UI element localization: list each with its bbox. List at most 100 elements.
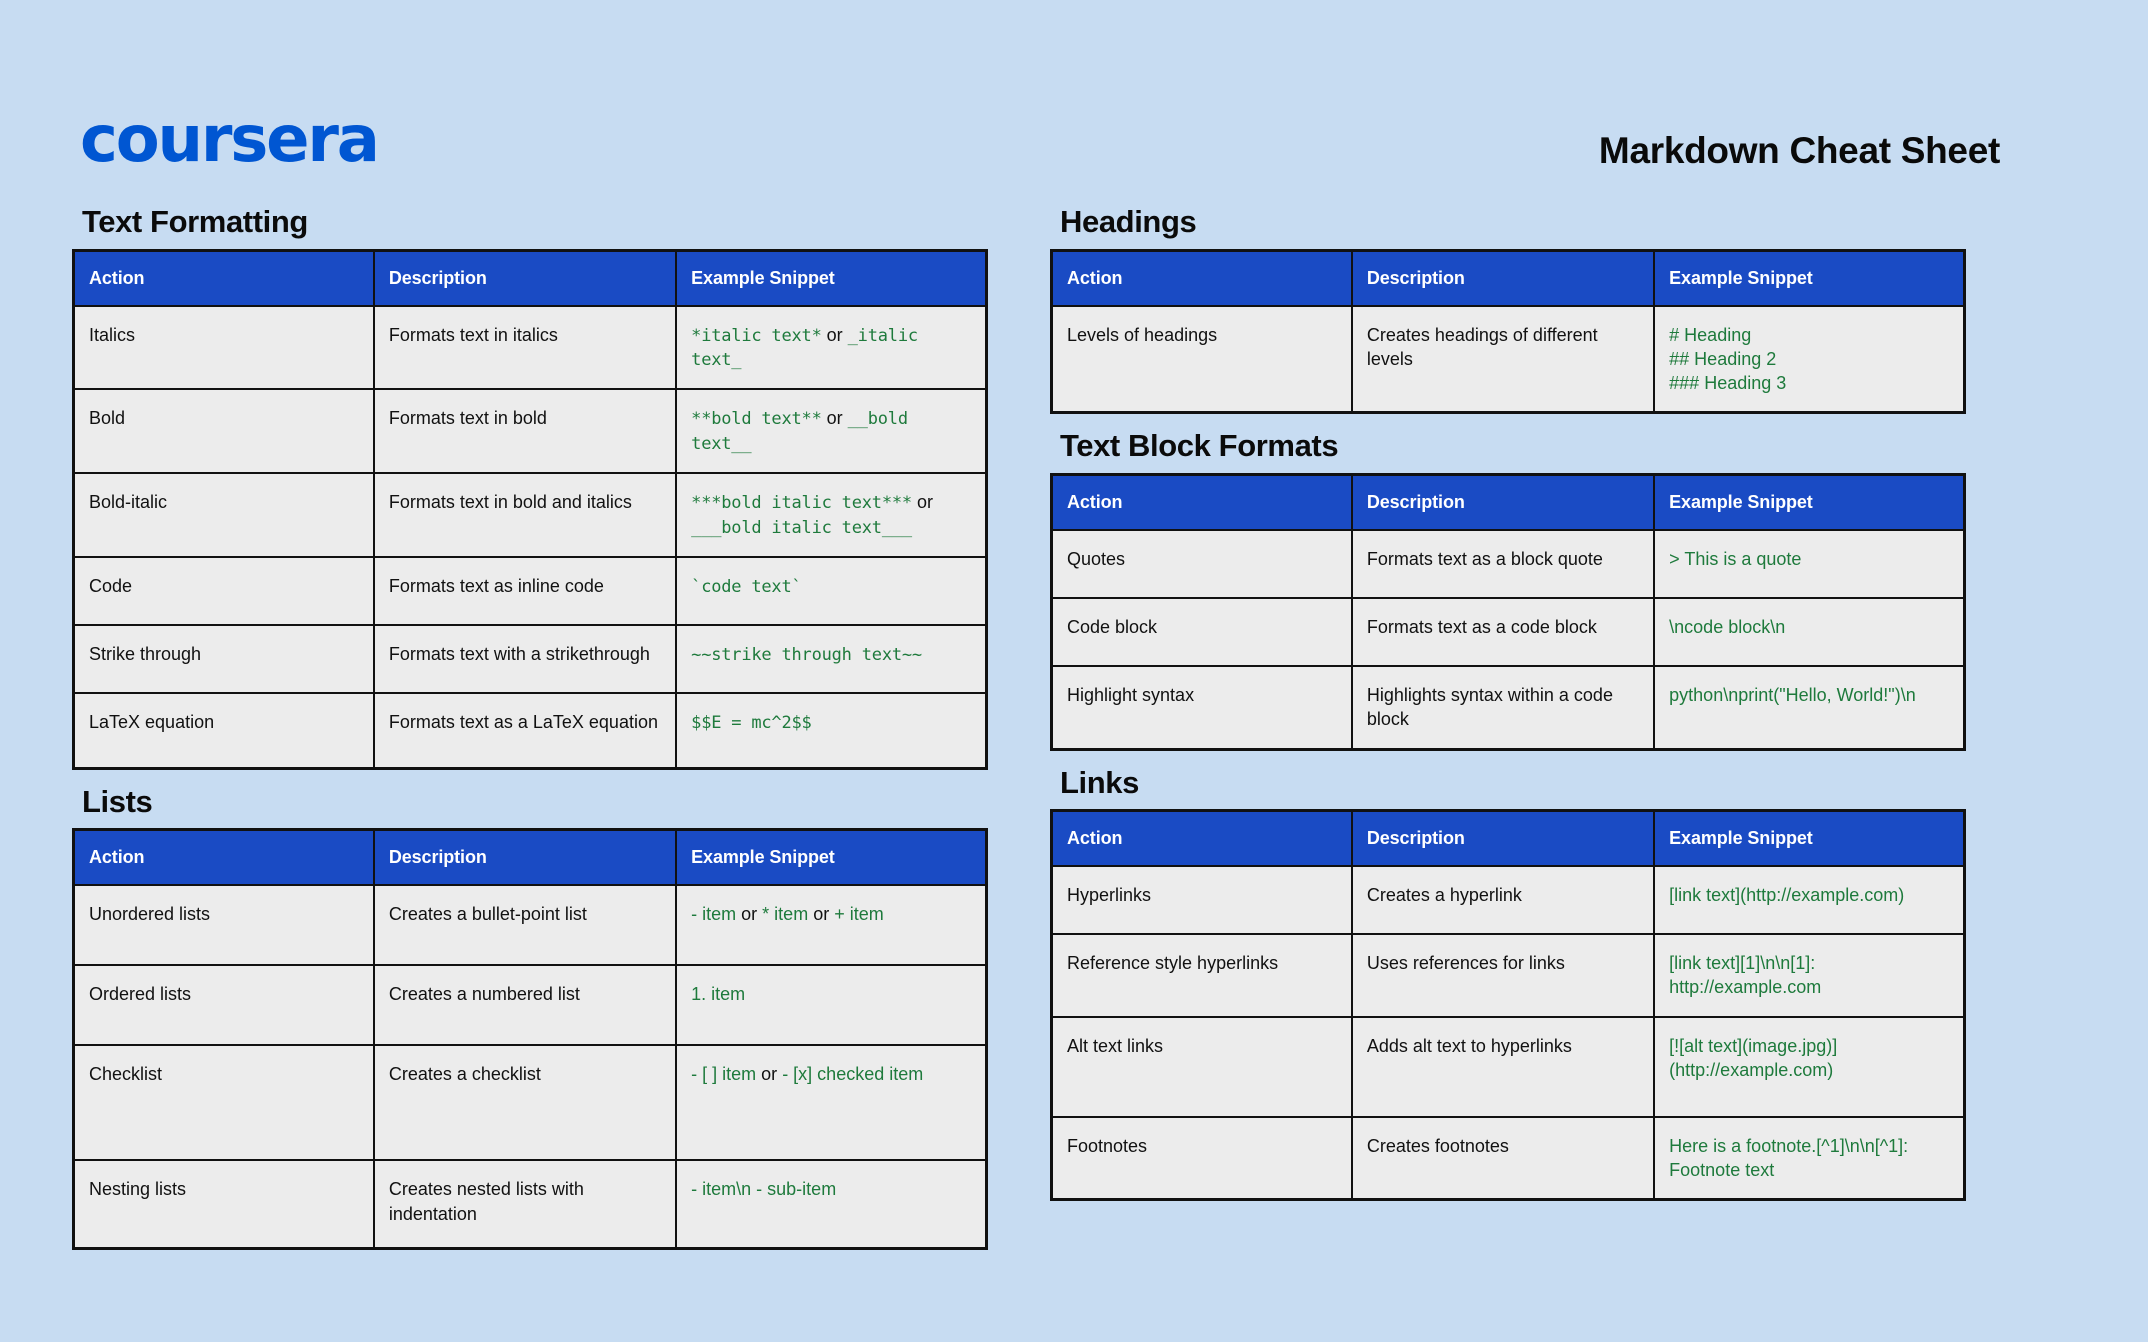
snippet-code-line: \ncode block\n [1669,616,1786,637]
table-text-formatting: Action Description Example Snippet Itali… [72,248,988,770]
section-text-block-formats: Text Block Formats Action Description Ex… [1050,420,1966,751]
table-row: Hyperlinks Creates a hyperlink [link tex… [1050,865,1966,936]
snippet-code: ***bold italic text*** [691,493,912,514]
table-row: Footnotes Creates footnotes Here is a fo… [1050,1115,1966,1201]
table-row: LaTeX equation Formats text as a LaTeX e… [72,692,988,770]
snippet-code-line: [![alt text](image.jpg)](http://example.… [1669,1035,1838,1081]
section-lists: Lists Action Description Example Snippet… [72,776,988,1250]
cell-description: Formats text with a strikethrough [372,624,678,695]
column-header-description: Description [372,828,678,887]
table-header-row: Action Description Example Snippet [1050,809,1966,868]
snippet-code-line: Here is a footnote.[^1]\n\n[^1]: Footnot… [1669,1135,1909,1181]
table-row: Quotes Formats text as a block quote > T… [1050,528,1966,599]
table-row: Highlight syntax Highlights syntax withi… [1050,664,1966,751]
column-header-action: Action [1050,473,1353,531]
cell-snippet: Here is a footnote.[^1]\n\n[^1]: Footnot… [1653,1115,1966,1201]
column-header-example-snippet: Example Snippet [675,828,988,887]
right-column: Headings Action Description Example Snip… [1050,196,1966,1207]
snippet-separator: or [756,1064,783,1085]
page-title: Markdown Cheat Sheet [1598,130,2000,171]
cell-snippet: > This is a quote [1653,528,1966,599]
table-header-row: Action Description Example Snippet [1050,249,1966,307]
cell-action: Ordered lists [72,964,375,1047]
section-title-text-block-formats: Text Block Formats [1060,428,1339,464]
cell-snippet: **bold text** or __bold text__ [675,388,988,475]
column-header-description: Description [1350,473,1656,531]
cell-snippet: - item or * item or + item [675,884,988,967]
snippet-code: - [x] checked item [782,1064,924,1085]
snippet-separator: or [911,492,933,513]
cell-action: Highlight syntax [1050,664,1353,751]
table-row: Strike through Formats text with a strik… [72,624,988,695]
table-lists: Action Description Example Snippet Unord… [72,828,988,1250]
snippet-code: `code text` [691,577,802,598]
cell-description: Uses references for links [1350,933,1656,1018]
table-row: Bold Formats text in bold **bold text** … [72,388,988,475]
section-headings: Headings Action Description Example Snip… [1050,196,1966,415]
cell-action: Unordered lists [72,884,375,967]
column-header-action: Action [1050,249,1353,307]
cell-snippet: python\nprint("Hello, World!")\n [1653,664,1966,751]
cell-snippet: [![alt text](image.jpg)](http://example.… [1653,1015,1966,1118]
cell-action: Alt text links [1050,1015,1353,1118]
left-column: Text Formatting Action Description Examp… [72,196,988,1256]
column-header-example-snippet: Example Snippet [1653,809,1966,868]
snippet-code-line: ### Heading 3 [1669,373,1787,394]
column-header-example-snippet: Example Snippet [1653,473,1966,531]
column-header-example-snippet: Example Snippet [675,249,988,307]
cell-action: Strike through [72,624,375,695]
table-row: Code Formats text as inline code `code t… [72,556,988,627]
snippet-separator: or [808,904,835,925]
column-header-description: Description [372,249,678,307]
cell-action: Italics [72,304,375,391]
snippet-code: * item [762,904,809,925]
cell-snippet: $$E = mc^2$$ [675,692,988,770]
snippet-code: + item [834,904,884,925]
cell-snippet: - [ ] item or - [x] checked item [675,1044,988,1162]
table-header-row: Action Description Example Snippet [72,828,988,887]
cell-snippet: ***bold italic text*** or ___bold italic… [675,472,988,559]
table-row: Checklist Creates a checklist - [ ] item… [72,1044,988,1162]
snippet-code: **bold text** [691,409,822,430]
cell-description: Highlights syntax within a code block [1350,664,1656,751]
table-headings: Action Description Example Snippet Level… [1050,248,1966,415]
snippet-code: 1. item [691,984,746,1005]
snippet-separator: or [821,324,848,345]
snippet-code: ___bold italic text___ [691,518,912,539]
table-row: Reference style hyperlinks Uses referenc… [1050,933,1966,1018]
snippet-separator: or [736,904,763,925]
cell-description: Creates a hyperlink [1350,865,1656,936]
snippet-code-line: ## Heading 2 [1669,348,1777,369]
cell-snippet: *italic text* or _italic text_ [675,304,988,391]
cell-snippet: [link text][1]\n\n[1]: http://example.co… [1653,933,1966,1018]
cell-action: Nesting lists [72,1159,375,1250]
cell-snippet: `code text` [675,556,988,627]
cell-description: Formats text as inline code [372,556,678,627]
cell-action: Quotes [1050,528,1353,599]
cell-action: Levels of headings [1050,304,1353,414]
snippet-code-line: python\nprint("Hello, World!")\n [1669,684,1916,705]
column-header-example-snippet: Example Snippet [1653,249,1966,307]
cell-snippet: 1. item [675,964,988,1047]
snippet-code: - [ ] item [691,1064,757,1085]
table-row: Ordered lists Creates a numbered list 1.… [72,964,988,1047]
cell-action: Code [72,556,375,627]
column-header-action: Action [1050,809,1353,868]
cell-description: Formats text as a code block [1350,596,1656,667]
cell-description: Creates a bullet-point list [372,884,678,967]
column-header-action: Action [72,828,375,887]
cell-description: Formats text in italics [372,304,678,391]
column-header-description: Description [1350,249,1656,307]
table-row: Code block Formats text as a code block … [1050,596,1966,667]
table-row: Nesting lists Creates nested lists with … [72,1159,988,1250]
table-row: Bold-italic Formats text in bold and ita… [72,472,988,559]
table-text-block-formats: Action Description Example Snippet Quote… [1050,472,1966,751]
table-row: Levels of headings Creates headings of d… [1050,304,1966,414]
section-text-formatting: Text Formatting Action Description Examp… [72,196,988,770]
cell-action: Code block [1050,596,1353,667]
cell-description: Creates a checklist [372,1044,678,1162]
cell-action: Footnotes [1050,1115,1353,1201]
table-row: Italics Formats text in italics *italic … [72,304,988,391]
section-links: Links Action Description Example Snippet… [1050,757,1966,1202]
cell-snippet: \ncode block\n [1653,596,1966,667]
